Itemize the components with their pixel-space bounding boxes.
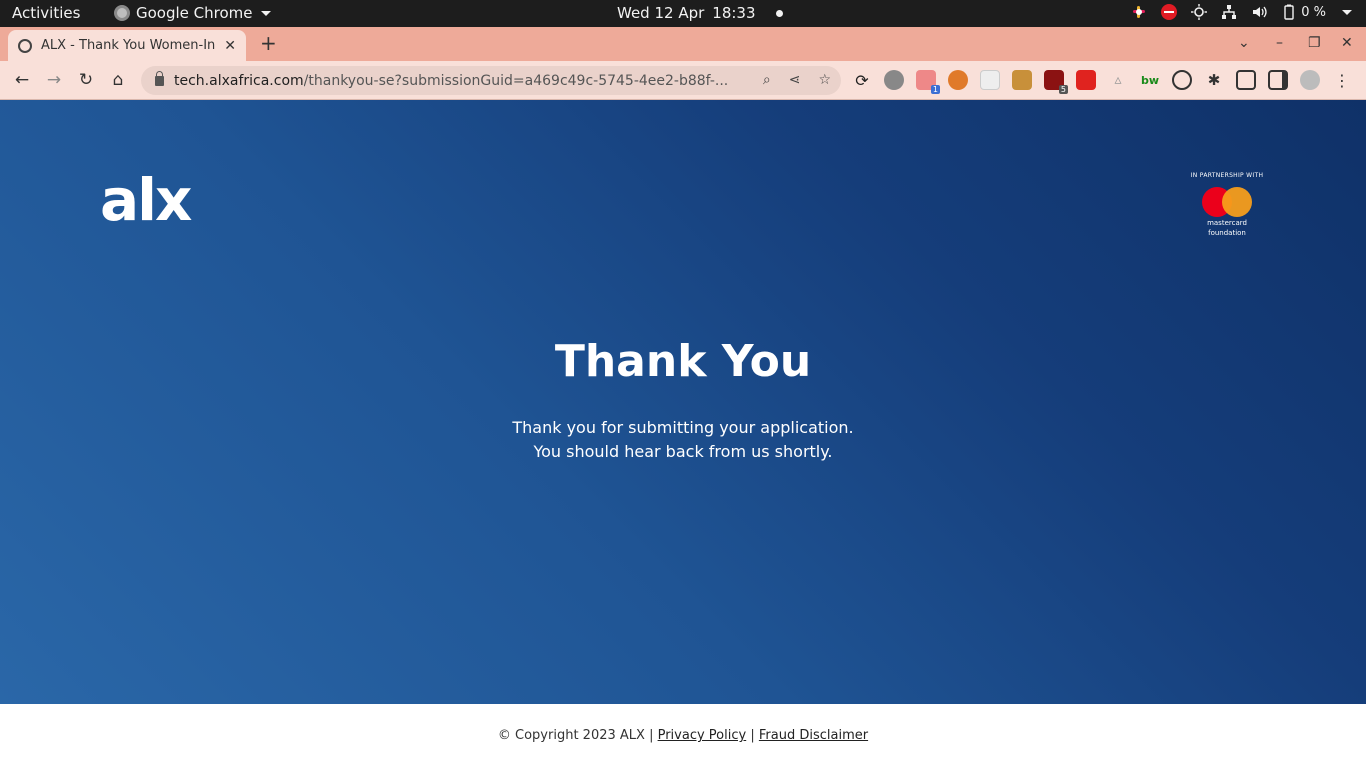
- app-name: Google Chrome: [136, 4, 253, 22]
- tab-strip: ALX - Thank You Women-In ✕: [0, 27, 1366, 61]
- address-bar[interactable]: tech.alxafrica.com /thankyou-se?submissi…: [141, 66, 841, 95]
- tab-search-icon[interactable]: ⌄: [1238, 35, 1250, 51]
- url-path: /thankyou-se?submissionGuid=a469c49c-574…: [303, 72, 729, 89]
- close-tab-icon[interactable]: ✕: [224, 38, 236, 54]
- extension-icon[interactable]: [1076, 70, 1096, 90]
- slack-icon[interactable]: [1131, 4, 1147, 20]
- date: Wed 12 Apr: [617, 4, 705, 22]
- partner-brand-line1: mastercard: [1207, 219, 1247, 227]
- partner-brand-line2: foundation: [1208, 229, 1246, 237]
- extension-badge: 5: [1058, 85, 1068, 94]
- side-panel-icon[interactable]: [1268, 70, 1288, 90]
- battery-indicator[interactable]: 0 %: [1281, 4, 1326, 20]
- clock[interactable]: Wed 12 Apr 18:33: [617, 4, 783, 22]
- globe-icon: [18, 38, 32, 53]
- home-icon[interactable]: ⌂: [107, 69, 129, 91]
- browser-tab[interactable]: ALX - Thank You Women-In ✕: [8, 30, 246, 61]
- brightness-icon[interactable]: [1191, 4, 1208, 20]
- forward-icon[interactable]: →: [43, 69, 65, 91]
- minimize-icon[interactable]: –: [1276, 35, 1283, 51]
- battery-icon: [1281, 4, 1297, 20]
- notification-dot-icon: [775, 9, 783, 17]
- footer-separator: |: [750, 728, 755, 743]
- do-not-disturb-icon[interactable]: [1161, 4, 1178, 20]
- volume-icon[interactable]: [1251, 4, 1267, 20]
- network-icon[interactable]: [1221, 4, 1237, 20]
- app-menu[interactable]: Google Chrome: [114, 4, 271, 22]
- share-icon[interactable]: ⋖: [789, 72, 801, 88]
- extension-icon[interactable]: [1012, 70, 1032, 90]
- chevron-down-icon[interactable]: [1342, 9, 1352, 15]
- confirmation-message: Thank you for submitting your applicatio…: [0, 416, 1366, 464]
- privacy-policy-link[interactable]: Privacy Policy: [658, 728, 747, 743]
- cast-icon[interactable]: [1236, 70, 1256, 90]
- fraud-disclaimer-link[interactable]: Fraud Disclaimer: [759, 728, 868, 743]
- bookmark-star-icon[interactable]: ☆: [818, 72, 831, 88]
- extensions-puzzle-icon[interactable]: ✱: [1204, 70, 1224, 90]
- tab-title: ALX - Thank You Women-In: [41, 38, 216, 53]
- mastercard-logo-icon: [1202, 187, 1252, 217]
- extension-icon[interactable]: [948, 70, 968, 90]
- message-line-2: You should hear back from us shortly.: [533, 442, 833, 461]
- bw-extension-icon[interactable]: bw: [1140, 70, 1160, 90]
- system-tray[interactable]: 0 %: [1131, 4, 1352, 20]
- alx-logo[interactable]: alx: [100, 170, 192, 230]
- extension-icon[interactable]: [980, 70, 1000, 90]
- lock-icon[interactable]: [155, 70, 164, 86]
- extension-badge: 1: [930, 85, 940, 94]
- page-hero: alx IN PARTNERSHIP WITH mastercard found…: [0, 100, 1366, 704]
- time: 18:33: [712, 4, 756, 22]
- copyright-text: © Copyright 2023 ALX |: [497, 728, 654, 743]
- browser-toolbar: ← → ↻ ⌂ tech.alxafrica.com /thankyou-se?…: [0, 61, 1366, 100]
- message-line-1: Thank you for submitting your applicatio…: [512, 418, 854, 437]
- url-host: tech.alxafrica.com: [174, 72, 304, 89]
- extension-icon[interactable]: [1172, 70, 1192, 90]
- close-window-icon[interactable]: ✕: [1341, 35, 1353, 51]
- chrome-icon: [114, 5, 130, 21]
- new-tab-button[interactable]: +: [260, 33, 277, 53]
- page-title: Thank You: [554, 336, 812, 387]
- search-icon[interactable]: ⌕: [763, 72, 771, 88]
- chevron-down-icon: [260, 10, 271, 16]
- partner-badge: IN PARTNERSHIP WITH mastercard foundatio…: [1185, 172, 1269, 237]
- battery-percent: 0 %: [1301, 4, 1326, 20]
- ublock-icon[interactable]: 5: [1044, 70, 1068, 94]
- sync-extension-icon[interactable]: ⟳: [852, 70, 872, 90]
- page-footer: © Copyright 2023 ALX | Privacy Policy | …: [0, 704, 1366, 768]
- extension-icon[interactable]: 1: [916, 70, 940, 94]
- bug-extension-icon[interactable]: [884, 70, 904, 90]
- restore-icon[interactable]: ❐: [1308, 35, 1321, 51]
- activities-button[interactable]: Activities: [12, 4, 80, 22]
- extensions-bar: ⟳ 1 5 ▵ bw ✱ ⋮: [852, 70, 1352, 94]
- reload-icon[interactable]: ↻: [75, 69, 97, 91]
- menu-kebab-icon[interactable]: ⋮: [1332, 70, 1352, 90]
- back-icon[interactable]: ←: [11, 69, 33, 91]
- partner-caption: IN PARTNERSHIP WITH: [1190, 172, 1264, 179]
- system-top-bar: Activities Google Chrome Wed 12 Apr 18:3…: [0, 0, 1366, 27]
- avatar[interactable]: [1300, 70, 1320, 90]
- extension-icon[interactable]: ▵: [1108, 70, 1128, 90]
